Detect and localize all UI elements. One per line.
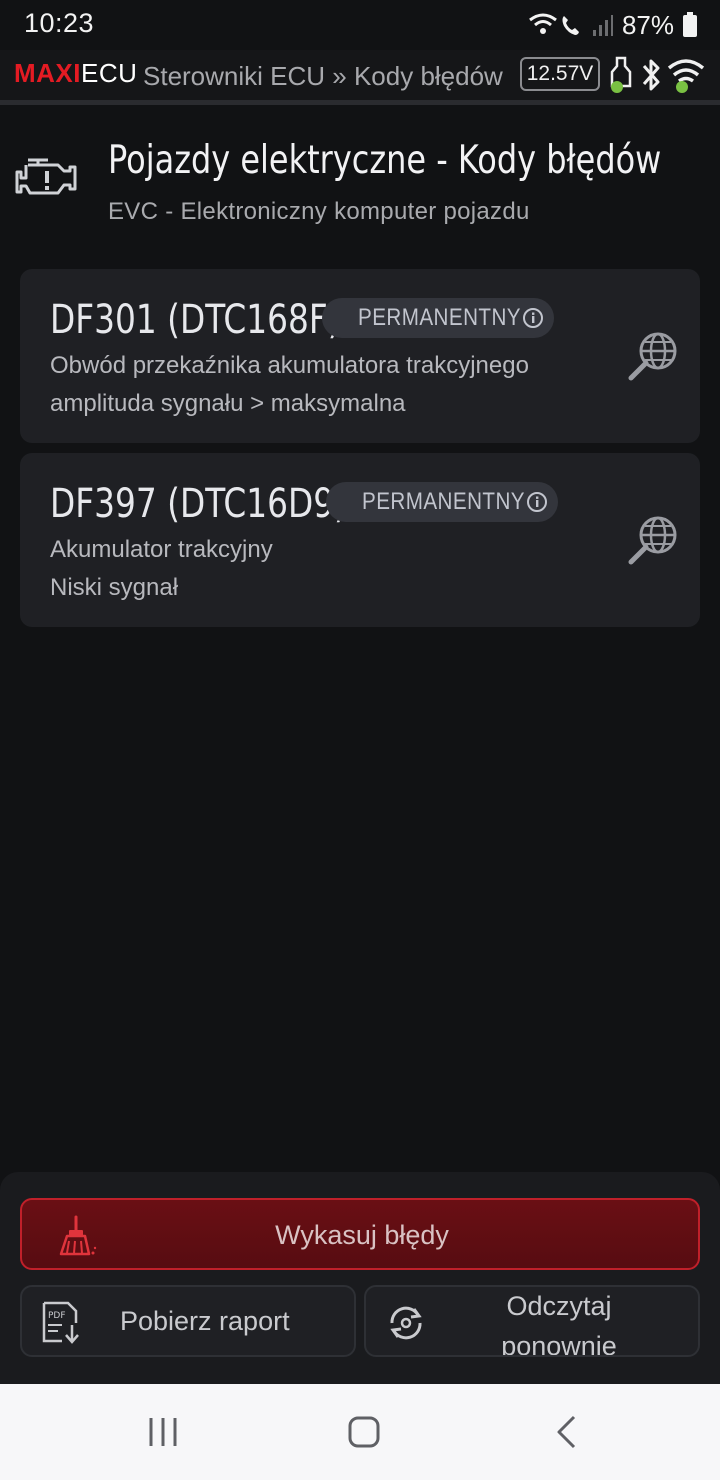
reread-label-line1: Odczytaj xyxy=(506,1291,612,1321)
clear-errors-label: Wykasuj błędy xyxy=(275,1220,449,1250)
status-badge[interactable]: PERMANENTNY xyxy=(322,298,554,338)
info-icon xyxy=(527,492,547,512)
svg-text:PDF: PDF xyxy=(48,1311,66,1321)
bluetooth-icon[interactable] xyxy=(640,56,664,94)
app-bar-divider xyxy=(0,100,720,105)
app-logo[interactable]: MAXIECU xyxy=(14,58,137,89)
download-report-button[interactable]: PDF Pobierz raport xyxy=(20,1285,356,1357)
dtc-description-line2: amplituda sygnału > maksymalna xyxy=(50,390,406,417)
status-badge[interactable]: PERMANENTNY xyxy=(326,482,558,522)
pdf-download-icon: PDF xyxy=(42,1301,79,1344)
recent-apps-icon[interactable] xyxy=(146,1414,182,1450)
signal-icon xyxy=(592,15,613,36)
reread-label-line2: ponownie xyxy=(501,1331,617,1357)
info-icon xyxy=(523,308,543,328)
status-icons: 87% xyxy=(528,6,698,44)
battery-percent: 87% xyxy=(621,9,674,40)
wifi-call-icon xyxy=(529,13,579,35)
battery-voltage: 12.57V xyxy=(520,57,600,91)
dtc-code: DF397 (DTC16D9) xyxy=(50,481,347,527)
system-nav-bar xyxy=(0,1384,720,1480)
back-icon[interactable] xyxy=(550,1414,586,1450)
battery-icon xyxy=(683,12,697,37)
dtc-card[interactable]: DF397 (DTC16D9) PERMANENTNY Akumulator t… xyxy=(20,453,700,627)
dtc-code: DF301 (DTC168F) xyxy=(50,297,341,343)
page-title: Pojazdy elektryczne - Kody błędów xyxy=(108,138,662,183)
home-icon[interactable] xyxy=(346,1414,382,1450)
dtc-card[interactable]: DF301 (DTC168F) PERMANENTNY Obwód przeka… xyxy=(20,269,700,443)
reread-button[interactable]: Odczytaj ponownie xyxy=(364,1285,700,1357)
globe-search-icon[interactable] xyxy=(626,329,682,385)
globe-search-icon[interactable] xyxy=(626,513,682,569)
dtc-description-line1: Akumulator trakcyjny xyxy=(50,536,273,563)
status-time: 10:23 xyxy=(24,8,95,38)
adapter-icon[interactable] xyxy=(608,54,636,96)
dtc-description-line1: Obwód przekaźnika akumulatora trakcyjneg… xyxy=(50,352,529,379)
engine-check-icon xyxy=(15,158,77,195)
page-subtitle: EVC - Elektroniczny komputer pojazdu xyxy=(108,198,530,225)
breadcrumb[interactable]: Sterowniki ECU » Kody błędów xyxy=(143,56,513,96)
clear-errors-button[interactable]: Wykasuj błędy xyxy=(20,1198,700,1270)
download-report-label: Pobierz raport xyxy=(120,1306,290,1336)
dtc-description-line2: Niski sygnał xyxy=(50,574,179,601)
wifi-icon[interactable] xyxy=(666,54,708,96)
